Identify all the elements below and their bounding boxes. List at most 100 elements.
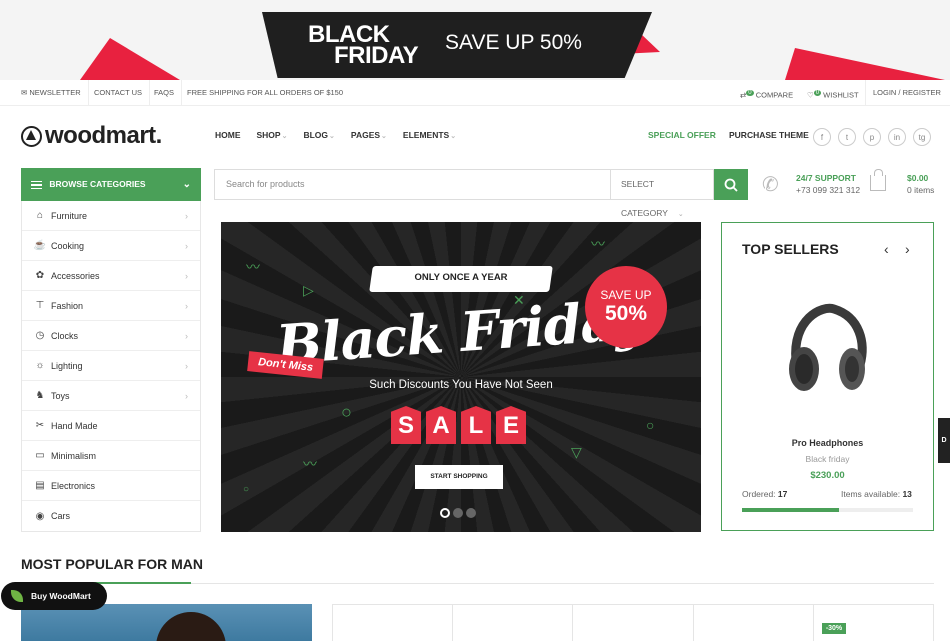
chevron-right-icon: › xyxy=(185,390,188,401)
chevron-right-icon: › xyxy=(185,300,188,311)
minimalism-icon: ▭ xyxy=(35,450,45,461)
product-card[interactable] xyxy=(453,605,574,641)
newsletter-link[interactable]: ✉ NEWSLETTER xyxy=(14,80,89,106)
circle-icon: ○ xyxy=(646,417,655,433)
linkedin-icon[interactable]: in xyxy=(888,128,906,146)
sale-tag: S xyxy=(391,406,421,444)
facebook-icon[interactable]: f xyxy=(813,128,831,146)
product-card[interactable] xyxy=(573,605,694,641)
page: BLACK FRIDAY SAVE UP 50% ✉ NEWSLETTER CON… xyxy=(0,0,950,641)
compare-link[interactable]: ⇄ 0 COMPARE xyxy=(733,80,800,106)
chevron-right-icon: › xyxy=(185,360,188,371)
product-card[interactable]: -30% xyxy=(814,605,933,641)
hero-slider[interactable]: 〰 〰 ▷ ○ 〰 ▽ ○ ✕ ○ ONLY ONCE A YEAR Black… xyxy=(221,222,701,532)
main-nav: HOME SHOP⌄ BLOG⌄ PAGES⌄ ELEMENTS⌄ xyxy=(215,130,472,140)
category-item-minimalism[interactable]: ▭ Minimalism xyxy=(22,441,200,471)
ordered-count: Ordered: 17 xyxy=(742,489,788,499)
cart-items-count: 0 items xyxy=(907,185,935,195)
chevron-left-icon[interactable]: ‹ xyxy=(884,241,889,257)
buy-woodmart-button[interactable]: Buy WoodMart xyxy=(1,582,107,610)
category-item-furniture[interactable]: ⌂ Furniture › xyxy=(22,201,200,231)
special-offer-link[interactable]: SPECIAL OFFER xyxy=(648,130,716,140)
promo-save-text: SAVE UP 50% xyxy=(445,31,582,54)
promo-banner[interactable]: BLACK FRIDAY SAVE UP 50% xyxy=(0,0,950,80)
promo-title: BLACK FRIDAY xyxy=(308,21,419,69)
triangle-icon: ▷ xyxy=(303,282,314,298)
product-category[interactable]: Black friday xyxy=(722,454,933,464)
slider-dot[interactable] xyxy=(453,508,463,518)
twitter-icon[interactable]: t xyxy=(838,128,856,146)
search-button[interactable] xyxy=(714,169,748,200)
sale-tag: L xyxy=(461,406,491,444)
accessories-icon: ✿ xyxy=(35,270,45,281)
shopping-bag-icon xyxy=(870,169,886,191)
menu-icon xyxy=(31,179,42,192)
support-phone[interactable]: +73 099 321 312 xyxy=(796,185,860,195)
faqs-link[interactable]: FAQS xyxy=(147,80,183,106)
slider-dot[interactable] xyxy=(440,508,450,518)
product-card[interactable] xyxy=(694,605,814,641)
logo[interactable]: woodmart. xyxy=(21,122,162,150)
chevron-down-icon: ⌄ xyxy=(329,133,335,140)
nav-home[interactable]: HOME xyxy=(215,130,241,140)
login-register-link[interactable]: LOGIN / REGISTER xyxy=(865,80,948,106)
chevron-down-icon: ⌄ xyxy=(182,179,191,190)
sale-tags: S A L E xyxy=(391,406,531,444)
lamp-icon: ☼ xyxy=(35,360,45,371)
chevron-right-icon: › xyxy=(185,240,188,251)
category-item-cars[interactable]: ◉ Cars xyxy=(22,501,200,531)
category-item-fashion[interactable]: ⊤ Fashion › xyxy=(22,291,200,321)
product-card[interactable] xyxy=(333,605,454,641)
decor-triangle xyxy=(80,38,180,80)
tree-logo-icon xyxy=(21,125,42,147)
handmade-icon: ✂ xyxy=(35,420,45,431)
category-select[interactable]: SELECT CATEGORY ⌄ xyxy=(610,170,713,218)
wishlist-link[interactable]: ♡ 0 WISHLIST xyxy=(800,80,866,106)
nav-pages[interactable]: PAGES⌄ xyxy=(351,130,387,140)
section-title: MOST POPULAR FOR MAN xyxy=(21,556,203,572)
product-name[interactable]: Pro Headphones xyxy=(722,438,933,448)
clock-icon: ◷ xyxy=(35,330,45,341)
category-item-cooking[interactable]: ☕ Cooking › xyxy=(22,231,200,261)
chevron-right-icon[interactable]: › xyxy=(905,241,910,257)
search-input[interactable]: Search for products xyxy=(215,170,610,199)
nav-elements[interactable]: ELEMENTS⌄ xyxy=(403,130,456,140)
chevron-right-icon: › xyxy=(185,330,188,341)
chevron-down-icon: ⌄ xyxy=(281,133,288,140)
chair-icon: ⌂ xyxy=(36,210,44,221)
category-list: ⌂ Furniture › ☕ Cooking › ✿ Accessories › ⊤ Fas… xyxy=(21,201,201,532)
chevron-down-icon: ⌄ xyxy=(450,133,457,140)
slider-dot[interactable] xyxy=(466,508,476,518)
nav-blog[interactable]: BLOG⌄ xyxy=(303,130,334,140)
circle-icon: ○ xyxy=(243,484,250,495)
support-title: 24/7 SUPPORT xyxy=(796,173,856,183)
start-shopping-button[interactable]: START SHOPPING xyxy=(415,465,503,489)
headphones-image[interactable] xyxy=(782,299,872,399)
category-item-hand-made[interactable]: ✂ Hand Made xyxy=(22,411,200,441)
product-grid: -30% xyxy=(332,604,934,641)
browse-categories-button[interactable]: BROWSE CATEGORIES ⌄ xyxy=(21,168,201,201)
top-sellers-widget: TOP SELLERS ‹ › Pro Headphones Black fri… xyxy=(721,222,934,531)
discount-badge: -30% xyxy=(821,623,847,634)
chevron-down-icon: ⌄ xyxy=(677,211,684,218)
phone-icon: ✆ xyxy=(762,174,779,196)
chevron-right-icon: › xyxy=(185,270,188,281)
top-sellers-title: TOP SELLERS xyxy=(742,241,839,257)
purchase-theme-link[interactable]: PURCHASE THEME xyxy=(729,130,809,140)
category-item-accessories[interactable]: ✿ Accessories › xyxy=(22,261,200,291)
category-item-electronics[interactable]: ▤ Electronics xyxy=(22,471,200,501)
chevron-down-icon: ⌄ xyxy=(381,133,387,140)
pinterest-icon[interactable]: p xyxy=(863,128,881,146)
category-item-lighting[interactable]: ☼ Lighting › xyxy=(22,351,200,381)
side-tab[interactable]: D xyxy=(938,418,950,463)
category-item-clocks[interactable]: ◷ Clocks › xyxy=(22,321,200,351)
telegram-icon[interactable]: tg xyxy=(913,128,931,146)
cart-total: $0.00 xyxy=(907,173,929,183)
category-item-toys[interactable]: ♞ Toys › xyxy=(22,381,200,411)
contact-link[interactable]: CONTACT US xyxy=(87,80,151,106)
nav-shop[interactable]: SHOP⌄ xyxy=(257,130,288,140)
man-hair xyxy=(156,612,226,641)
chevron-right-icon: › xyxy=(185,210,188,221)
toy-icon: ♞ xyxy=(35,390,45,401)
shirt-icon: ⊤ xyxy=(35,300,45,311)
